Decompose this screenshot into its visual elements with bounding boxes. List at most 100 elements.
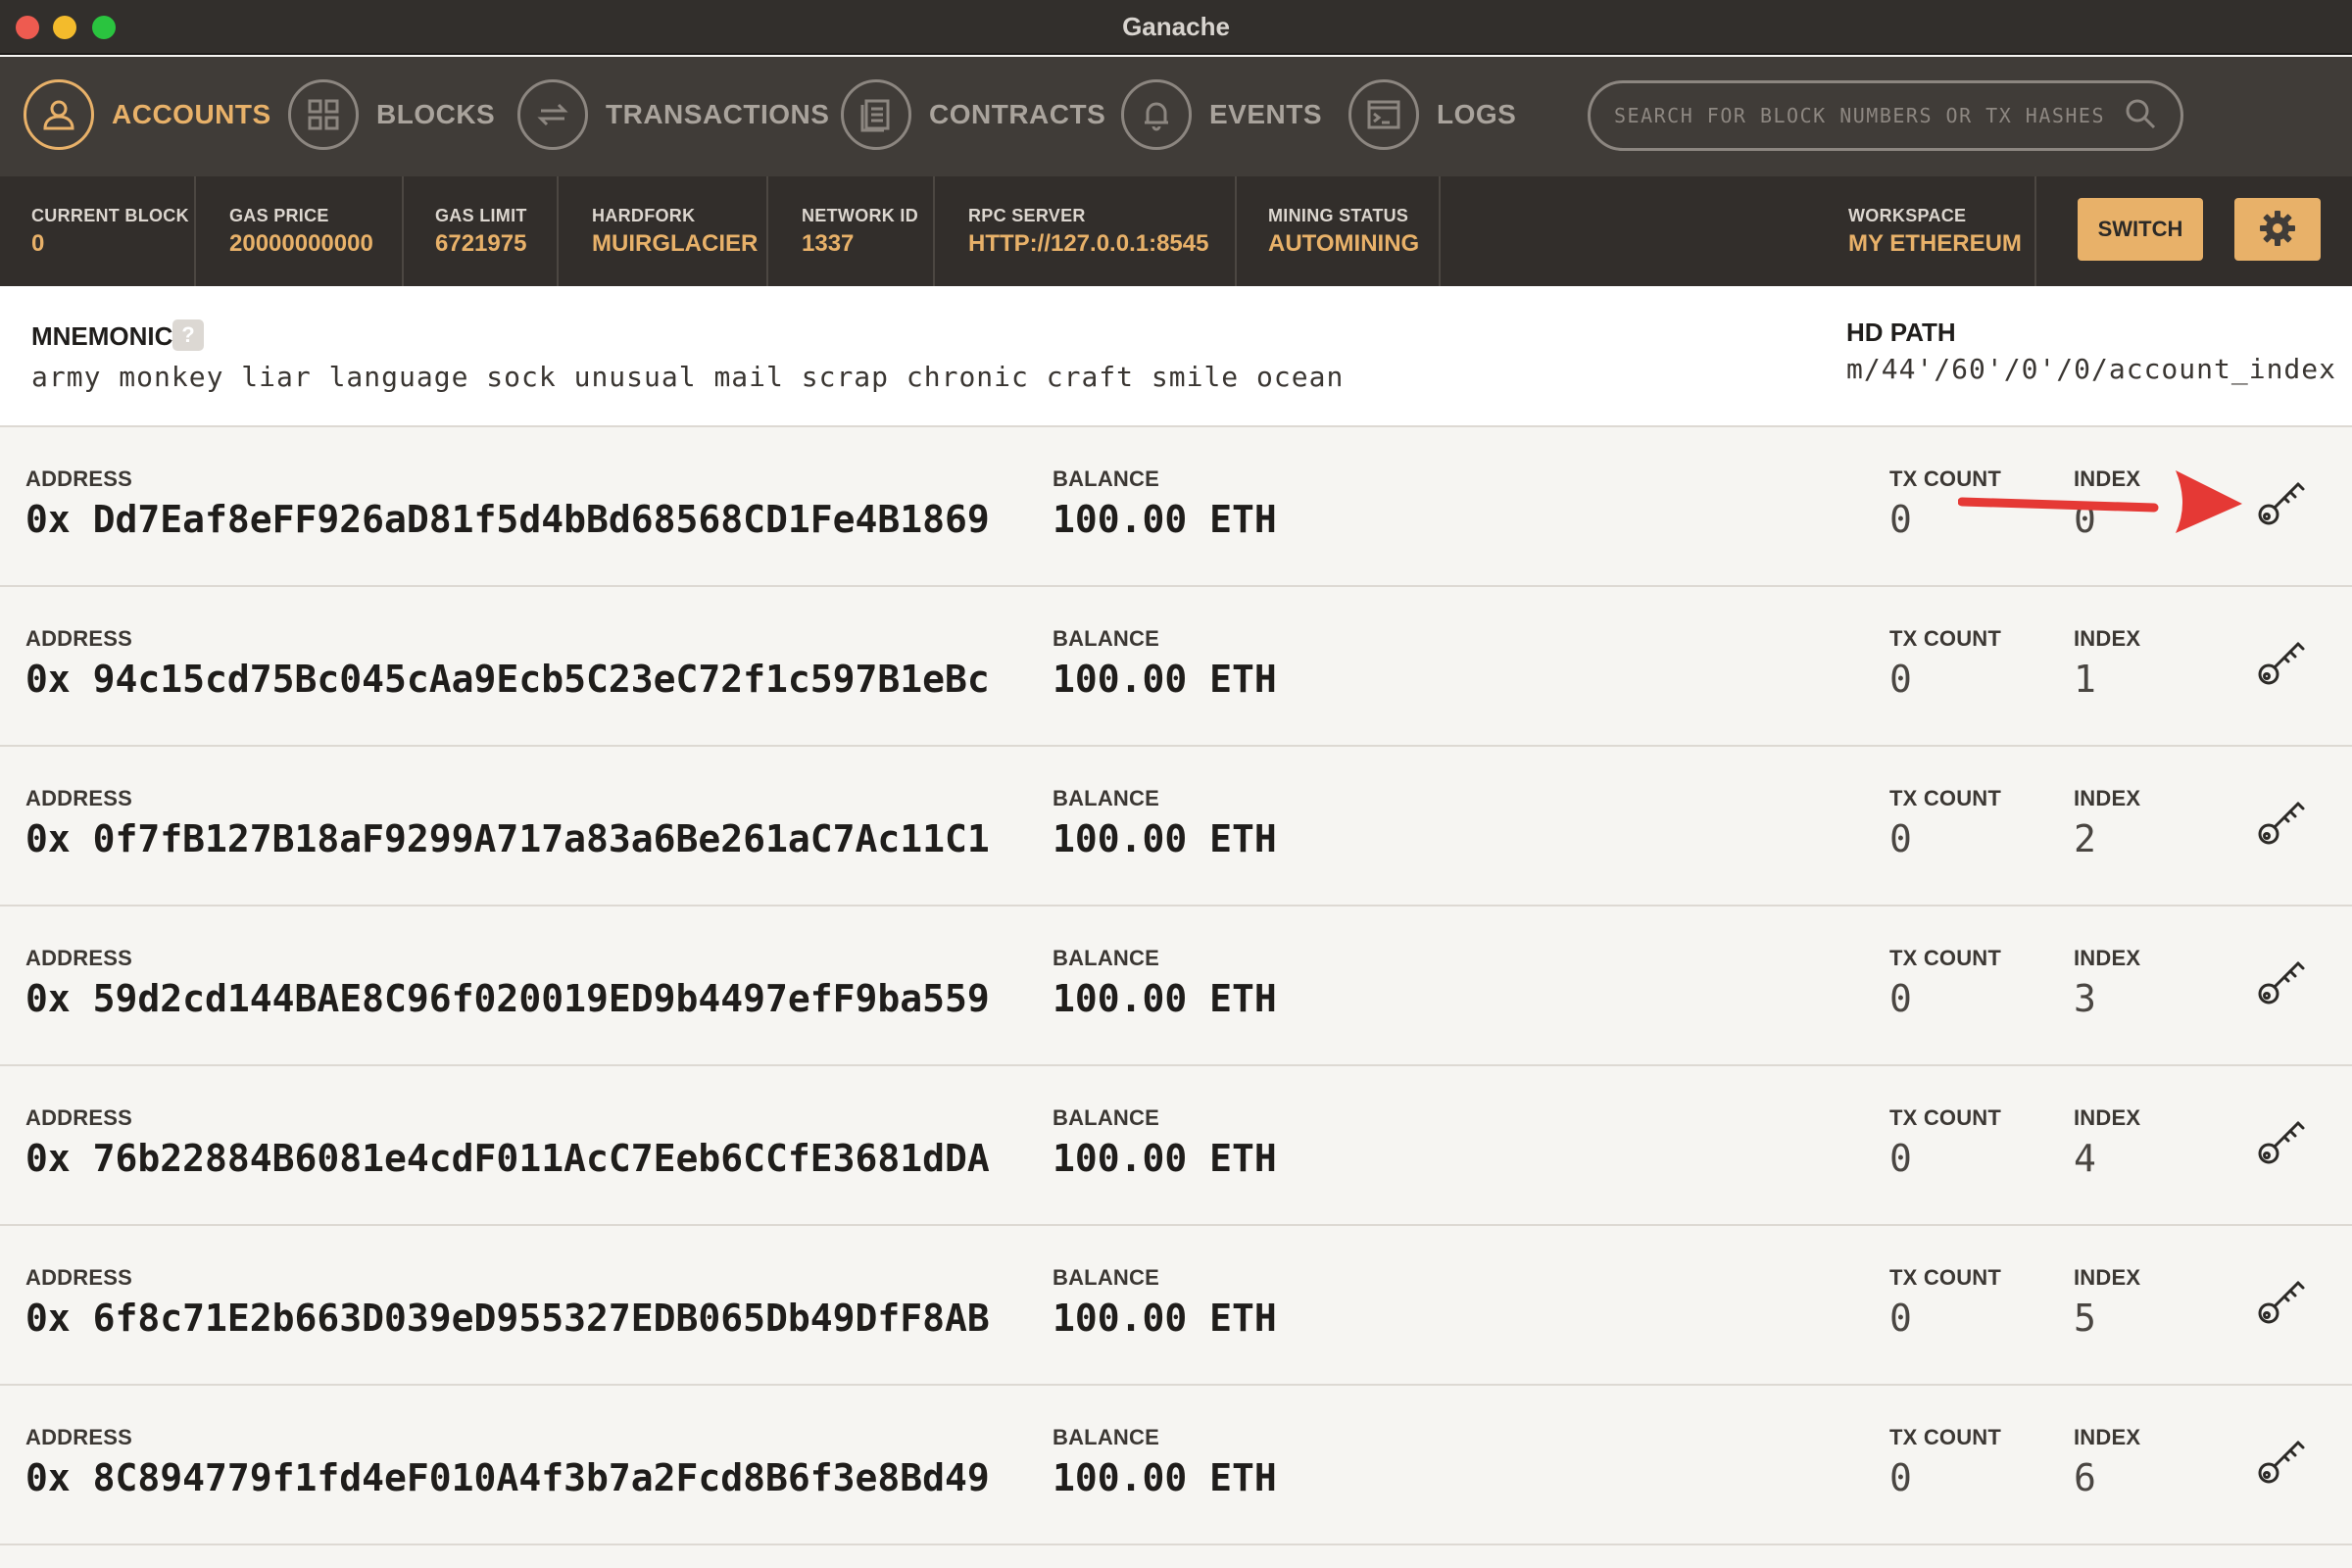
account-row[interactable]: ADDRESS 0x 94c15cd75Bc045cAa9Ecb5C23eC72… [0, 587, 2352, 747]
account-tx-count: 0 [1889, 498, 1912, 541]
blockchain-stats-bar: CURRENT BLOCK 0 GAS PRICE 20000000000 GA… [0, 176, 2352, 286]
account-index: 3 [2074, 977, 2096, 1020]
nav-accounts[interactable]: ACCOUNTS [24, 78, 271, 151]
key-icon [2255, 795, 2308, 853]
stat-label: NETWORK ID [802, 206, 918, 225]
settings-button[interactable] [2234, 198, 2321, 261]
switch-workspace-button[interactable]: SWITCH [2078, 198, 2203, 261]
nav-events[interactable]: EVENTS [1121, 78, 1322, 151]
address-label: ADDRESS [25, 946, 132, 970]
balance-label: BALANCE [1053, 786, 1159, 810]
nav-logs[interactable]: LOGS [1348, 78, 1516, 151]
address-label: ADDRESS [25, 466, 132, 491]
index-label: INDEX [2074, 1265, 2141, 1290]
stat-value: 20000000000 [229, 230, 373, 257]
account-row[interactable]: ADDRESS 0x 59d2cd144BAE8C96f020019ED9b44… [0, 906, 2352, 1066]
account-balance: 100.00 ETH [1053, 658, 1277, 701]
stat-value: HTTP://127.0.0.1:8545 [968, 230, 1209, 257]
gear-icon [2258, 209, 2297, 251]
search-icon[interactable] [2124, 97, 2157, 135]
index-label: INDEX [2074, 1425, 2141, 1449]
account-index: 2 [2074, 817, 2096, 860]
show-private-key-button[interactable] [2254, 1275, 2309, 1330]
stat-label: RPC SERVER [968, 206, 1086, 225]
stat-label: GAS LIMIT [435, 206, 527, 225]
nav-contracts[interactable]: CONTRACTS [841, 78, 1105, 151]
show-private-key-button[interactable] [2254, 1115, 2309, 1170]
account-address: 0x 0f7fB127B18aF9299A717a83a6Be261aC7Ac1… [25, 817, 990, 860]
nav-logs-label: LOGS [1437, 99, 1517, 129]
balance-label: BALANCE [1053, 946, 1159, 970]
nav-blocks[interactable]: BLOCKS [288, 78, 495, 151]
help-icon[interactable]: ? [172, 319, 204, 351]
stat-gas-limit: GAS LIMIT 6721975 [404, 176, 559, 286]
account-index: 4 [2074, 1137, 2096, 1180]
search-bar [1588, 80, 2183, 151]
account-balance: 100.00 ETH [1053, 1137, 1277, 1180]
nav-transactions-label: TRANSACTIONS [606, 99, 830, 129]
stat-value: MUIRGLACIER [592, 230, 759, 257]
stat-network-id: NETWORK ID 1337 [768, 176, 935, 286]
key-icon [2255, 1114, 2308, 1172]
tx-count-label: TX COUNT [1889, 1265, 2002, 1290]
address-label: ADDRESS [25, 786, 132, 810]
account-balance: 100.00 ETH [1053, 1297, 1277, 1340]
stat-hardfork: HARDFORK MUIRGLACIER [559, 176, 768, 286]
show-private-key-button[interactable] [2254, 796, 2309, 851]
tx-count-label: TX COUNT [1889, 1105, 2002, 1130]
account-address: 0x 94c15cd75Bc045cAa9Ecb5C23eC72f1c597B1… [25, 658, 990, 701]
stat-label: GAS PRICE [229, 206, 329, 225]
nav-events-label: EVENTS [1209, 99, 1323, 129]
account-tx-count: 0 [1889, 1297, 1912, 1340]
account-address: 0x 59d2cd144BAE8C96f020019ED9b4497efF9ba… [25, 977, 990, 1020]
show-private-key-button[interactable] [2254, 1435, 2309, 1490]
tx-count-label: TX COUNT [1889, 946, 2002, 970]
mnemonic-panel: MNEMONIC ? army monkey liar language soc… [0, 286, 2352, 427]
account-row[interactable]: ADDRESS 0x 8C894779f1fd4eF010A4f3b7a2Fcd… [0, 1386, 2352, 1545]
mnemonic-label: MNEMONIC [31, 321, 173, 351]
stat-mining-status: MINING STATUS AUTOMINING [1237, 176, 1441, 286]
account-index: 5 [2074, 1297, 2096, 1340]
nav-accounts-label: ACCOUNTS [112, 99, 271, 129]
account-tx-count: 0 [1889, 658, 1912, 701]
account-row[interactable]: ADDRESS 0x 76b22884B6081e4cdF011AcC7Eeb6… [0, 1066, 2352, 1226]
accounts-list: ADDRESS 0x Dd7Eaf8eFF926aD81f5d4bBd68568… [0, 427, 2352, 1545]
tx-count-label: TX COUNT [1889, 786, 2002, 810]
address-label: ADDRESS [25, 1265, 132, 1290]
show-private-key-button[interactable] [2254, 956, 2309, 1010]
balance-label: BALANCE [1053, 1265, 1159, 1290]
account-index: 6 [2074, 1456, 2096, 1499]
mnemonic-words: army monkey liar language sock unusual m… [31, 361, 1345, 393]
window-title: Ganache [1122, 12, 1230, 41]
show-private-key-button[interactable] [2254, 476, 2309, 531]
annotation-arrow-icon [1958, 470, 2242, 533]
account-balance: 100.00 ETH [1053, 498, 1277, 541]
logs-icon [1348, 79, 1419, 150]
key-icon [2255, 955, 2308, 1012]
stat-workspace: WORKSPACE MY ETHEREUM [1817, 176, 2036, 286]
account-balance: 100.00 ETH [1053, 977, 1277, 1020]
key-icon [2255, 475, 2308, 533]
stat-current-block: CURRENT BLOCK 0 [0, 176, 196, 286]
account-index: 1 [2074, 658, 2096, 701]
stat-gas-price: GAS PRICE 20000000000 [196, 176, 404, 286]
stat-value: AUTOMINING [1268, 230, 1420, 257]
balance-label: BALANCE [1053, 1105, 1159, 1130]
balance-label: BALANCE [1053, 626, 1159, 651]
account-address: 0x 6f8c71E2b663D039eD955327EDB065Db49DfF… [25, 1297, 990, 1340]
account-row[interactable]: ADDRESS 0x 0f7fB127B18aF9299A717a83a6Be2… [0, 747, 2352, 906]
nav-contracts-label: CONTRACTS [929, 99, 1106, 129]
stat-value: 1337 [802, 230, 855, 257]
tx-count-label: TX COUNT [1889, 626, 2002, 651]
stat-label: MINING STATUS [1268, 206, 1409, 225]
balance-label: BALANCE [1053, 1425, 1159, 1449]
nav-transactions[interactable]: TRANSACTIONS [517, 78, 829, 151]
tx-count-label: TX COUNT [1889, 1425, 2002, 1449]
account-balance: 100.00 ETH [1053, 817, 1277, 860]
show-private-key-button[interactable] [2254, 636, 2309, 691]
account-row[interactable]: ADDRESS 0x 6f8c71E2b663D039eD955327EDB06… [0, 1226, 2352, 1386]
contracts-icon [841, 79, 911, 150]
account-address: 0x Dd7Eaf8eFF926aD81f5d4bBd68568CD1Fe4B1… [25, 498, 990, 541]
search-input[interactable] [1614, 104, 2124, 127]
address-label: ADDRESS [25, 1105, 132, 1130]
